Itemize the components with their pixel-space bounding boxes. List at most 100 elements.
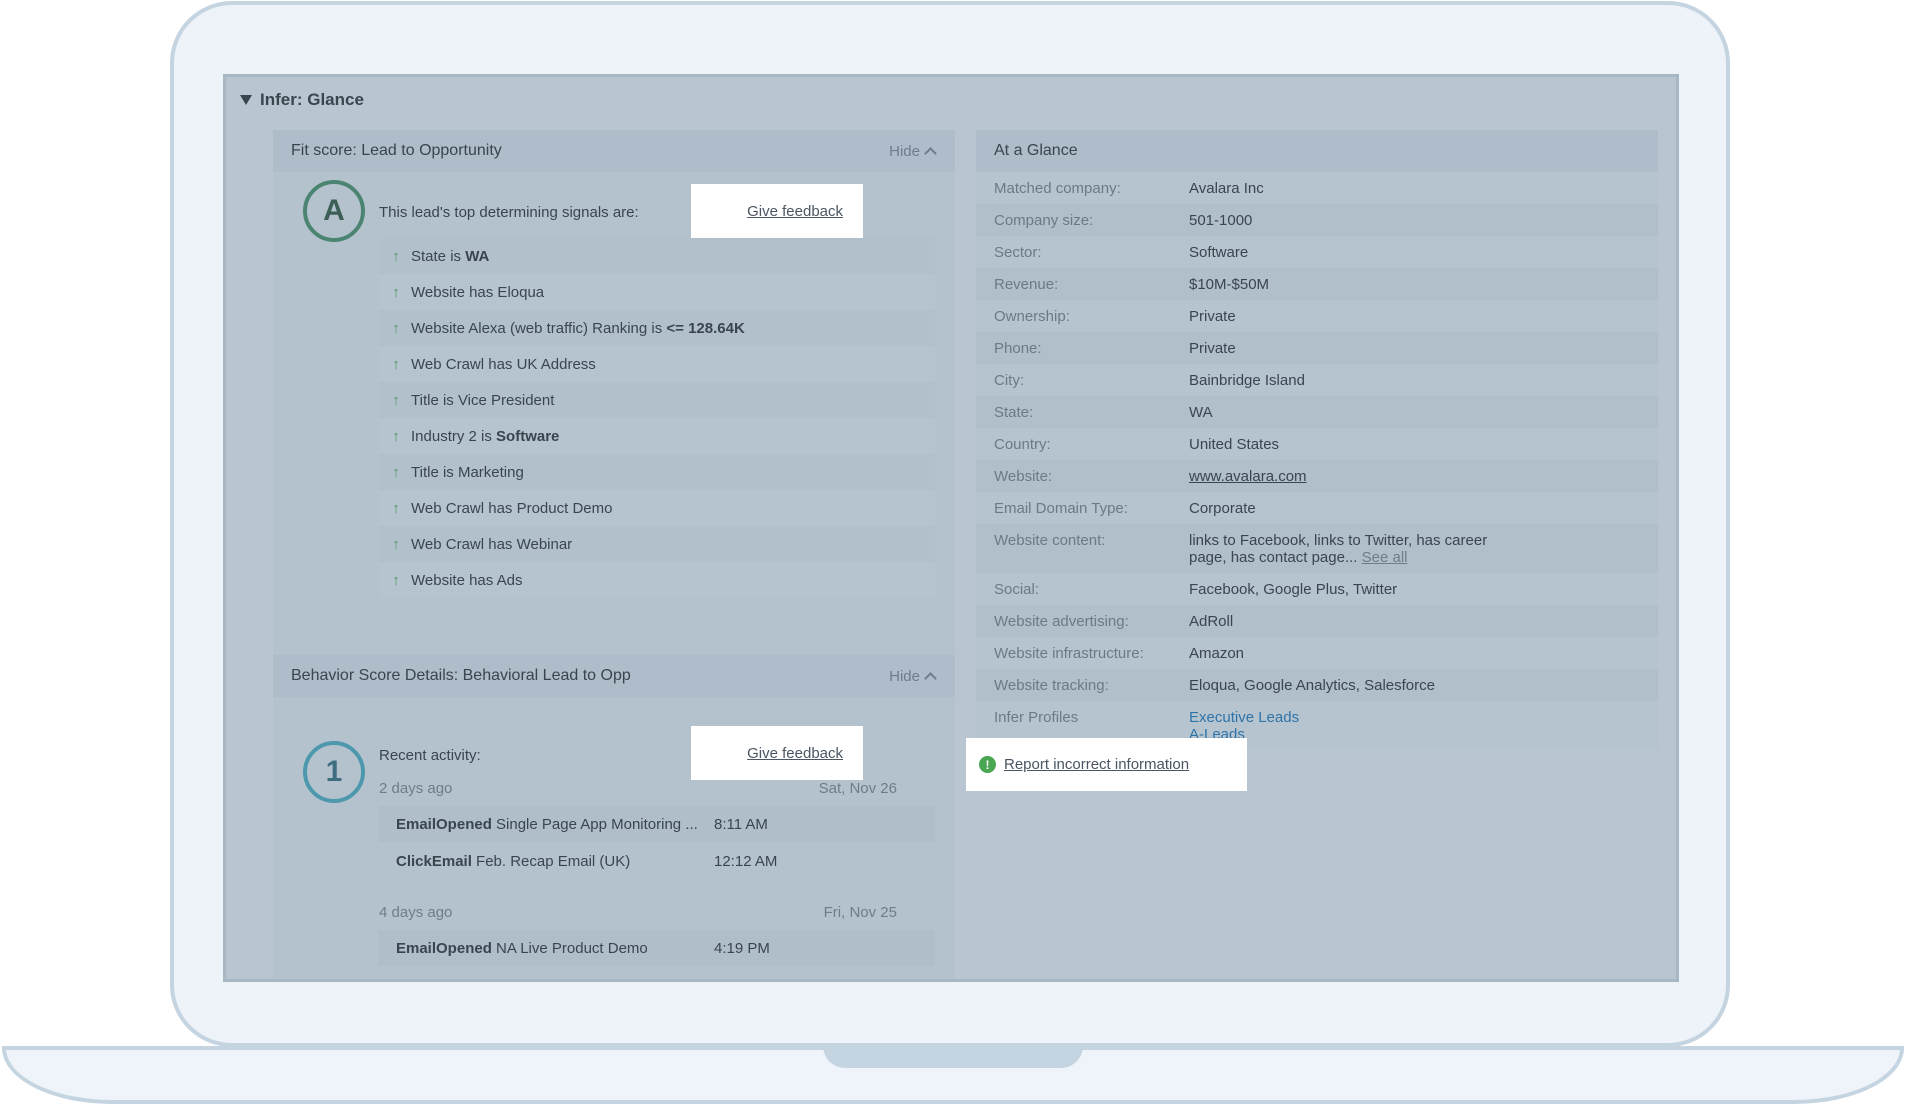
see-all-link[interactable]: See all bbox=[1362, 549, 1408, 566]
activity-row: EmailOpened Single Page App Monitoring .… bbox=[379, 806, 935, 842]
arrow-up-icon: ↑ bbox=[392, 283, 400, 301]
signal-row: ↑ Website has Ads bbox=[379, 562, 935, 598]
activity-day-header: 5 days agoWed, Nov 23 bbox=[379, 981, 935, 982]
activity-day-header: 2 days ago Sat, Nov 26 bbox=[379, 770, 935, 806]
signal-row: ↑ State is WA bbox=[379, 238, 935, 274]
glance-key: Social: bbox=[994, 581, 1040, 598]
signal-row: ↑ Title is Vice President bbox=[379, 382, 935, 418]
glance-value: Eloqua, Google Analytics, Salesforce bbox=[1189, 677, 1435, 694]
activity-list: 2 days ago Sat, Nov 26 EmailOpened Single … bbox=[379, 770, 935, 982]
alert-icon: ! bbox=[979, 756, 996, 773]
activity-type: EmailOpened bbox=[396, 939, 492, 957]
glance-key: Website: bbox=[994, 468, 1053, 485]
glance-row: Phone: Private bbox=[976, 332, 1658, 364]
glance-row: Sector: Software bbox=[976, 236, 1658, 268]
glance-value: Private bbox=[1189, 340, 1236, 357]
arrow-up-icon: ↑ bbox=[392, 535, 400, 553]
chevron-up-icon bbox=[924, 147, 937, 160]
at-a-glance-panel: At a Glance Matched company: Avalara Inc C… bbox=[976, 130, 1658, 750]
laptop-notch bbox=[823, 1046, 1083, 1068]
hide-label: Hide bbox=[889, 667, 920, 685]
activity-group: EmailOpened NA Live Product Demo 4:19 PM bbox=[379, 930, 935, 966]
glance-row: Matched company: Avalara Inc bbox=[976, 172, 1658, 204]
activity-group: EmailOpened Single Page App Monitoring .… bbox=[379, 806, 935, 879]
collapse-triangle-icon[interactable] bbox=[240, 95, 252, 105]
glance-key: Ownership: bbox=[994, 308, 1070, 325]
glance-row: Website advertising: AdRoll bbox=[976, 605, 1658, 637]
arrow-up-icon: ↑ bbox=[392, 571, 400, 589]
glance-value: Corporate bbox=[1189, 500, 1256, 517]
signal-text: Industry 2 is Software bbox=[411, 427, 560, 445]
arrow-up-icon: ↑ bbox=[392, 427, 400, 445]
activity-time: 12:12 AM bbox=[714, 852, 778, 870]
fit-give-feedback-link[interactable]: Give feedback bbox=[747, 203, 843, 220]
app-screen: Infer: Glance Fit score: Lead to Opportu… bbox=[223, 74, 1679, 982]
glance-key: Matched company: bbox=[994, 180, 1121, 197]
glance-row: Website: www.avalara.com bbox=[976, 460, 1658, 492]
hide-label: Hide bbox=[889, 142, 920, 160]
activity-time: 8:11 AM bbox=[714, 815, 768, 833]
activity-label: EmailOpened NA Live Product Demo bbox=[396, 939, 648, 957]
glance-value: links to Facebook, links to Twitter, has… bbox=[1189, 532, 1488, 566]
behavior-give-feedback-link[interactable]: Give feedback bbox=[747, 745, 843, 762]
glance-value: Facebook, Google Plus, Twitter bbox=[1189, 581, 1398, 598]
signal-text: Website has Eloqua bbox=[411, 283, 545, 301]
activity-row: ClickEmail Feb. Recap Email (UK) 12:12 AM bbox=[379, 843, 935, 879]
glance-key: Website advertising: bbox=[994, 613, 1129, 630]
glance-key: Email Domain Type: bbox=[994, 500, 1128, 517]
signal-row: ↑ Industry 2 is Software bbox=[379, 418, 935, 454]
arrow-up-icon: ↑ bbox=[392, 499, 400, 517]
day-gap bbox=[379, 967, 935, 979]
glance-row: Social: Facebook, Google Plus, Twitter bbox=[976, 573, 1658, 605]
left-panel: Fit score: Lead to Opportunity Hide A Th… bbox=[273, 130, 955, 982]
behavior-hide-toggle[interactable]: Hide bbox=[889, 667, 937, 685]
glance-row: Country: United States bbox=[976, 428, 1658, 460]
glance-value: $10M-$50M bbox=[1189, 276, 1270, 293]
glance-row: Website content: links to Facebook, links… bbox=[976, 524, 1658, 573]
glance-title: At a Glance bbox=[994, 142, 1078, 159]
arrow-up-icon: ↑ bbox=[392, 355, 400, 373]
glance-row: Email Domain Type: Corporate bbox=[976, 492, 1658, 524]
infer-profile-link[interactable]: Executive Leads bbox=[1189, 709, 1509, 726]
glance-value: United States bbox=[1189, 436, 1280, 453]
signal-text: Website Alexa (web traffic) Ranking is <… bbox=[411, 319, 745, 337]
glance-row: Ownership: Private bbox=[976, 300, 1658, 332]
signal-text: Web Crawl has UK Address bbox=[411, 355, 596, 373]
fit-score-title: Fit score: Lead to Opportunity bbox=[291, 142, 502, 159]
glance-row: State: WA bbox=[976, 396, 1658, 428]
glance-header: At a Glance bbox=[976, 130, 1658, 172]
glance-row: Company size: 501-1000 bbox=[976, 204, 1658, 236]
behavior-header-wrap: Behavior Score Details: Behavioral Lead … bbox=[273, 655, 955, 697]
glance-value: AdRoll bbox=[1189, 613, 1234, 630]
website-link[interactable]: www.avalara.com bbox=[1189, 468, 1307, 485]
signal-list: ↑ State is WA ↑ Website has Eloqua ↑ Website … bbox=[379, 238, 935, 598]
glance-value: Bainbridge Island bbox=[1189, 372, 1305, 389]
glance-key: City: bbox=[994, 372, 1024, 389]
glance-key: Country: bbox=[994, 436, 1051, 453]
activity-time: 4:19 PM bbox=[714, 939, 770, 957]
glance-value: Software bbox=[1189, 244, 1249, 261]
arrow-up-icon: ↑ bbox=[392, 319, 400, 337]
fit-hide-toggle[interactable]: Hide bbox=[889, 142, 937, 160]
glance-rows: Matched company: Avalara Inc Company size:… bbox=[976, 172, 1658, 750]
signal-text: Title is Vice President bbox=[411, 391, 555, 409]
fit-feedback-box: Give feedback bbox=[691, 184, 863, 238]
report-incorrect-link[interactable]: Report incorrect information bbox=[1004, 756, 1189, 773]
signal-text: Web Crawl has Product Demo bbox=[411, 499, 613, 517]
activity-type: ClickEmail bbox=[396, 852, 472, 870]
activity-label: ClickEmail Feb. Recap Email (UK) bbox=[396, 852, 631, 870]
report-box: ! Report incorrect information bbox=[966, 738, 1247, 791]
behavior-grade-badge: 1 bbox=[303, 741, 365, 803]
signal-row: ↑ Web Crawl has Product Demo bbox=[379, 490, 935, 526]
glance-value: Private bbox=[1189, 308, 1236, 325]
activity-day-header: 4 days ago Fri, Nov 25 bbox=[379, 894, 935, 930]
glance-value: Amazon bbox=[1189, 645, 1245, 662]
day-gap bbox=[379, 880, 935, 894]
activity-type: EmailOpened bbox=[396, 815, 492, 833]
section-header[interactable]: Infer: Glance bbox=[240, 87, 364, 113]
glance-key: State: bbox=[994, 404, 1034, 421]
signal-value: <= 128.64K bbox=[666, 319, 745, 337]
signal-row: ↑ Website Alexa (web traffic) Ranking is … bbox=[379, 310, 935, 346]
arrow-up-icon: ↑ bbox=[392, 391, 400, 409]
glance-value: Avalara Inc bbox=[1189, 180, 1264, 197]
